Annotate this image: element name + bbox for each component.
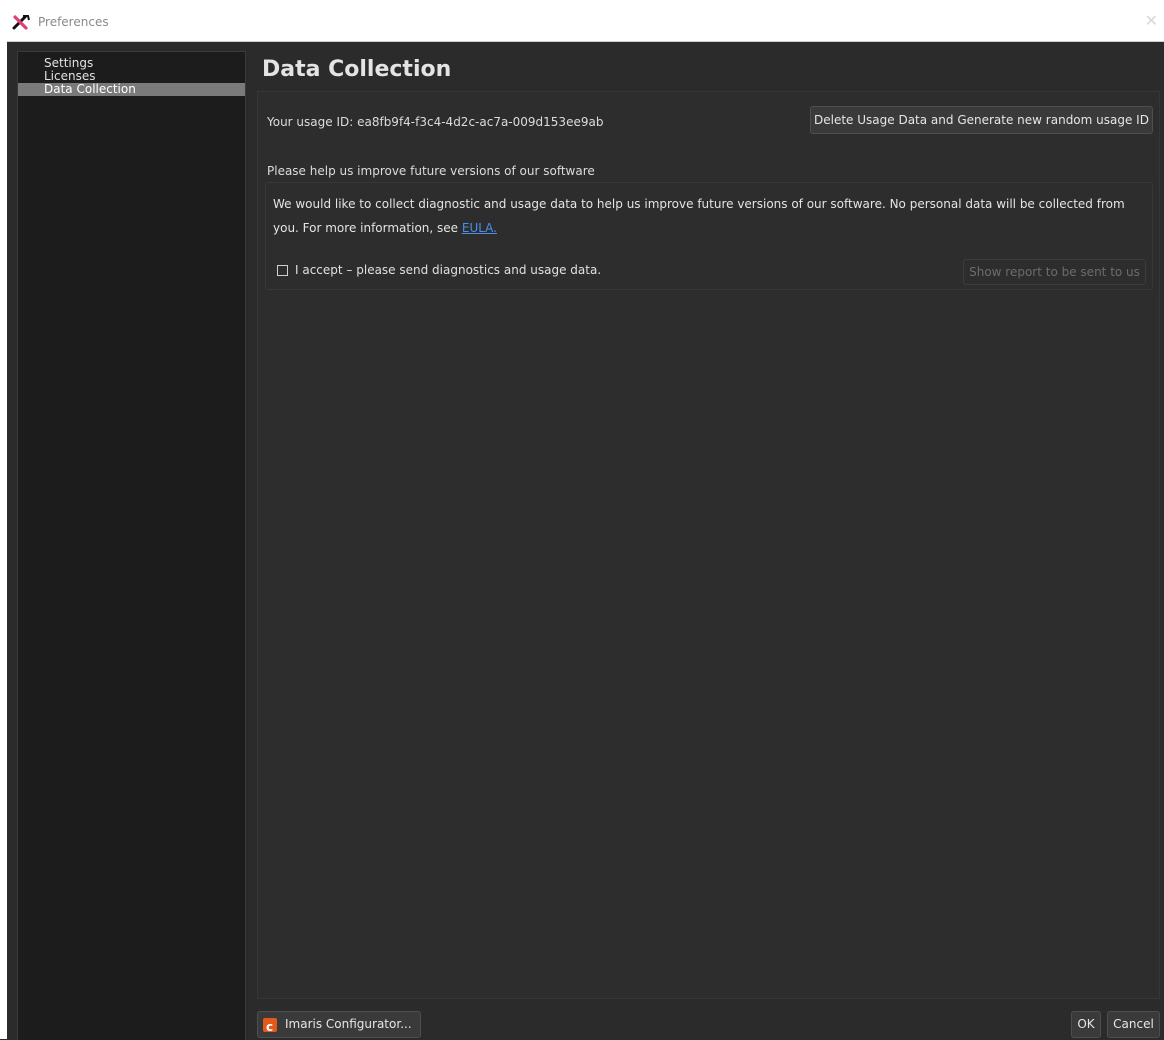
window-frame bbox=[0, 41, 7, 1039]
configurator-label: Imaris Configurator... bbox=[285, 1017, 412, 1031]
eula-link[interactable]: EULA. bbox=[462, 221, 497, 235]
show-report-button[interactable]: Show report to be sent to us bbox=[963, 259, 1146, 285]
sidebar: Settings Licenses Data Collection bbox=[17, 51, 246, 1040]
delete-usage-data-button[interactable]: Delete Usage Data and Generate new rando… bbox=[810, 106, 1153, 134]
cancel-button[interactable]: Cancel bbox=[1107, 1011, 1160, 1038]
description-text: We would like to collect diagnostic and … bbox=[273, 192, 1143, 240]
accept-checkbox-label[interactable]: I accept – please send diagnostics and u… bbox=[295, 263, 601, 277]
title-bar: Preferences ✕ bbox=[0, 0, 1164, 42]
help-heading: Please help us improve future versions o… bbox=[267, 164, 595, 178]
close-icon[interactable]: ✕ bbox=[1145, 11, 1158, 30]
accept-checkbox[interactable] bbox=[277, 265, 288, 276]
usage-id-text: Your usage ID: ea8fb9f4-f3c4-4d2c-ac7a-0… bbox=[267, 115, 604, 129]
sidebar-item-data-collection[interactable]: Data Collection bbox=[18, 83, 245, 96]
configurator-icon bbox=[263, 1015, 277, 1040]
description-body: We would like to collect diagnostic and … bbox=[273, 197, 1125, 235]
window-title: Preferences bbox=[38, 15, 109, 29]
page-title: Data Collection bbox=[262, 57, 452, 82]
ok-button[interactable]: OK bbox=[1071, 1011, 1101, 1038]
imaris-configurator-button[interactable]: Imaris Configurator... bbox=[257, 1011, 421, 1040]
tools-icon bbox=[12, 15, 30, 30]
